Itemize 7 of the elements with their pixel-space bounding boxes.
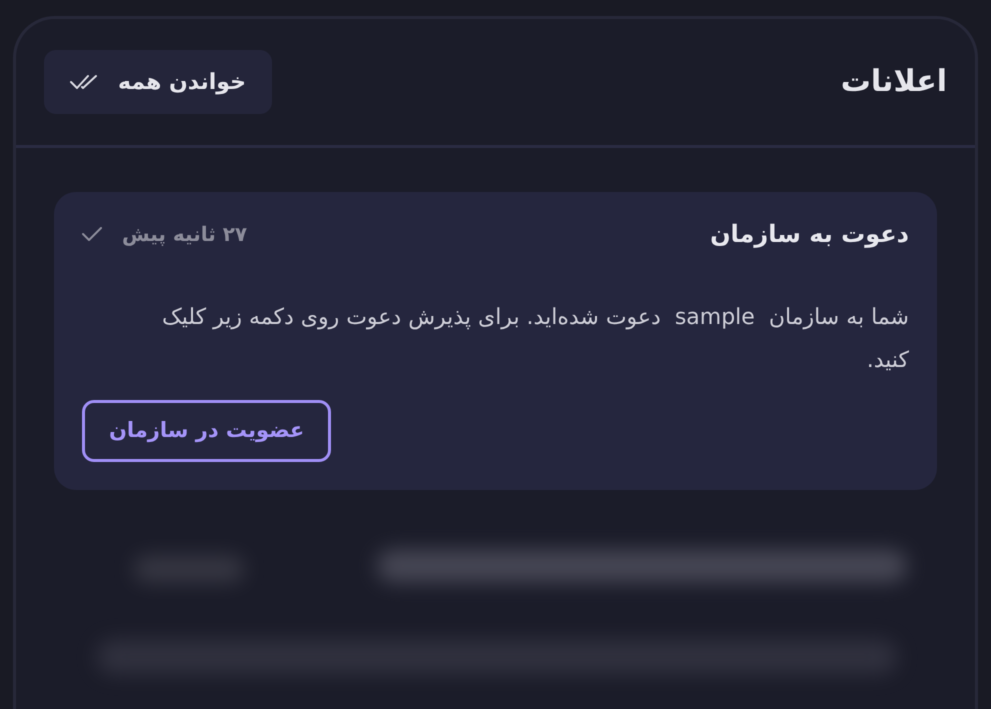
notification-title: دعوت به سازمان xyxy=(710,219,909,250)
mark-all-read-button[interactable]: خواندن همه xyxy=(44,50,272,114)
notification-message: شما به سازمان sample دعوت شده‌اید. برای پذیرش دعوت روی دکمه زیر کلیک کنید. xyxy=(161,304,909,375)
notification-time: ۲۷ ثانیه پیش xyxy=(122,221,248,248)
panel-title: اعلانات xyxy=(840,67,947,97)
join-organization-button[interactable]: عضویت در سازمان xyxy=(82,400,332,462)
double-check-icon xyxy=(70,74,98,90)
